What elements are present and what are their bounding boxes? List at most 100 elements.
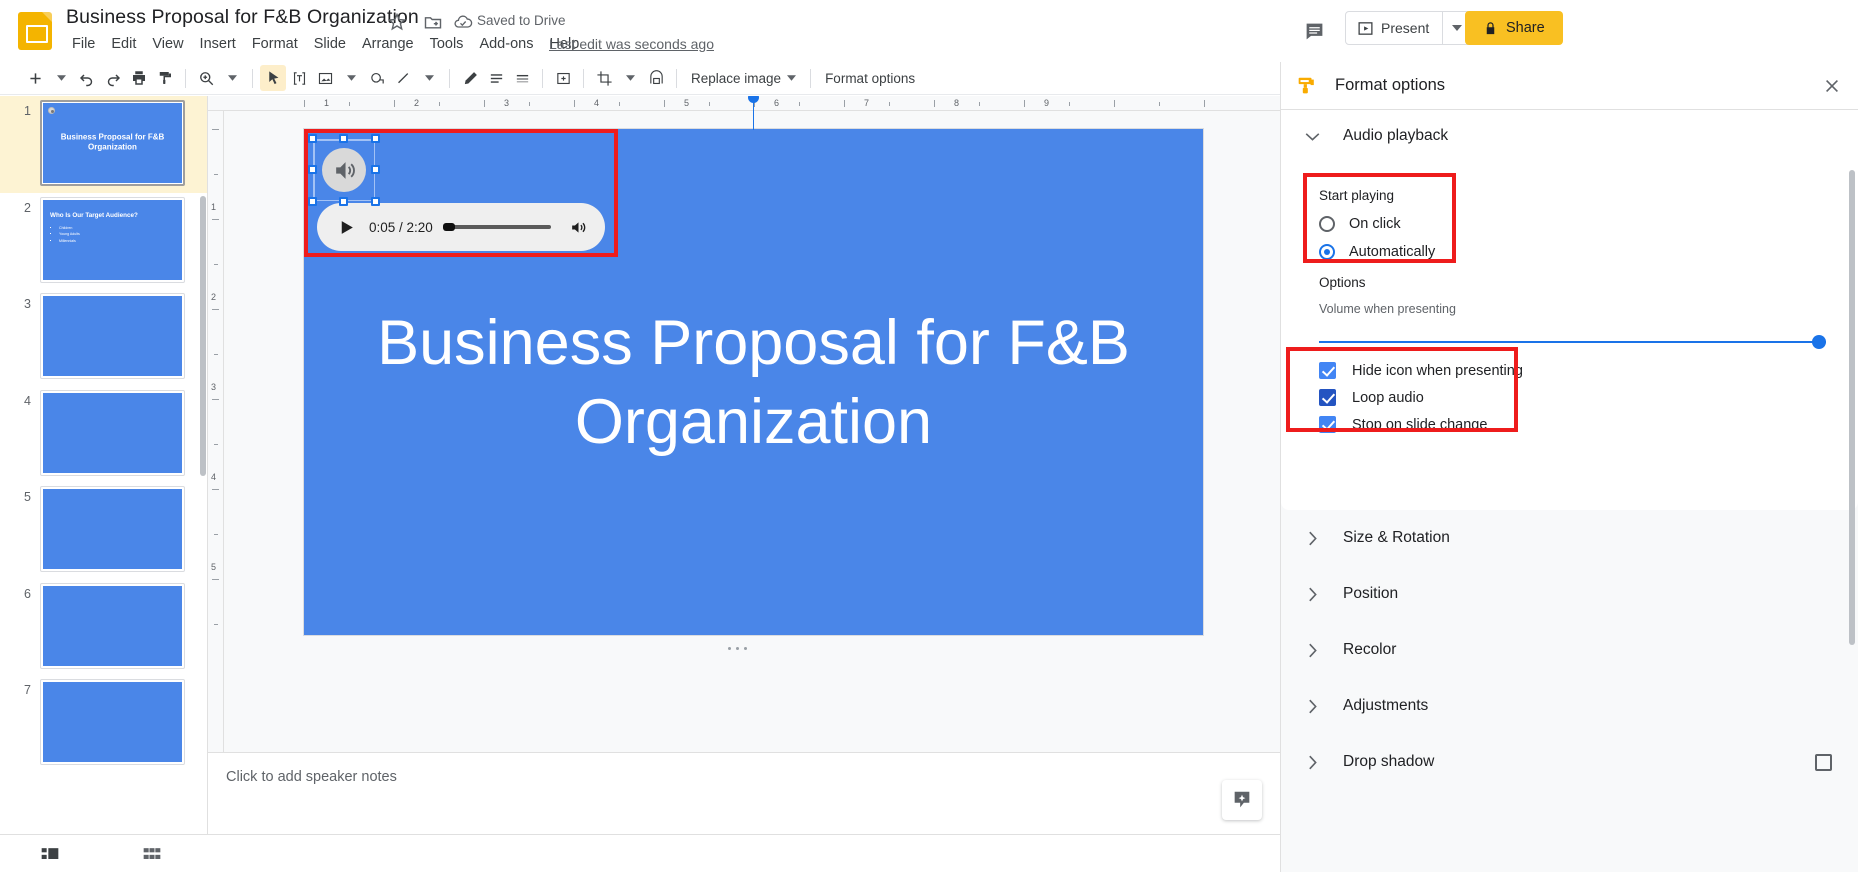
slide-thumbnail[interactable] <box>40 679 185 765</box>
star-icon[interactable] <box>387 12 407 32</box>
comment-history-button[interactable] <box>1297 14 1331 48</box>
mask-image-icon <box>649 69 663 84</box>
pen-button[interactable] <box>457 65 483 91</box>
resize-handle-sw[interactable] <box>308 197 317 206</box>
horizontal-ruler[interactable]: 1 2 3 4 5 6 7 8 9 <box>208 96 1280 111</box>
filmstrip-slide-4[interactable]: 4 <box>0 386 207 483</box>
grid-view-button[interactable] <box>132 835 172 872</box>
speaker-notes-placeholder[interactable]: Click to add speaker notes <box>226 769 1280 785</box>
filmstrip-slide-6[interactable]: 6 <box>0 579 207 676</box>
new-slide-dropdown[interactable] <box>48 65 74 91</box>
volume-slider-knob[interactable] <box>1812 335 1826 349</box>
section-recolor[interactable]: Recolor <box>1281 622 1858 678</box>
audio-volume-button[interactable] <box>563 212 593 242</box>
resize-handle-nw[interactable] <box>308 134 317 143</box>
play-button[interactable] <box>329 210 363 244</box>
slide-thumbnail[interactable] <box>40 293 185 379</box>
insert-image-dropdown[interactable] <box>338 65 364 91</box>
audio-player-control[interactable]: 0:05 / 2:20 <box>317 203 605 251</box>
filmstrip-scrollbar[interactable] <box>200 196 206 476</box>
slide-thumbnail[interactable]: Business Proposal for F&B Organization <box>40 100 185 186</box>
slide-resize-grip[interactable] <box>728 647 747 650</box>
filmstrip-view-button[interactable] <box>30 835 70 872</box>
slide-filmstrip[interactable]: 1 Business Proposal for F&B Organization… <box>0 96 208 834</box>
resize-handle-se[interactable] <box>371 197 380 206</box>
resize-handle-w[interactable] <box>308 165 317 174</box>
present-button[interactable]: Present <box>1346 12 1442 44</box>
crop-dropdown[interactable] <box>617 65 643 91</box>
print-button[interactable] <box>126 65 152 91</box>
filmstrip-slide-1[interactable]: 1 Business Proposal for F&B Organization <box>0 96 207 193</box>
panel-header: Format options <box>1281 62 1858 110</box>
chevron-right-icon <box>1299 693 1325 719</box>
audio-seek-thumb[interactable] <box>442 223 455 231</box>
menu-arrange[interactable]: Arrange <box>354 34 422 54</box>
insert-image-button[interactable] <box>312 65 338 91</box>
menu-slide[interactable]: Slide <box>306 34 354 54</box>
checkbox-stop-on-slide-change[interactable]: Stop on slide change <box>1319 416 1487 433</box>
slide-title-text[interactable]: Business Proposal for F&B Organization <box>364 304 1143 462</box>
menu-file[interactable]: File <box>64 34 103 54</box>
section-size-and-rotation[interactable]: Size & Rotation <box>1281 510 1858 566</box>
section-adjustments[interactable]: Adjustments <box>1281 678 1858 734</box>
thumbnail-bullet: Children <box>59 225 80 232</box>
section-audio-playback[interactable]: Audio playback <box>1281 110 1858 162</box>
document-title[interactable]: Business Proposal for F&B Organization <box>66 6 419 29</box>
filmstrip-slide-3[interactable]: 3 <box>0 289 207 386</box>
slide-thumbnail[interactable] <box>40 389 185 476</box>
checkbox-loop-audio[interactable]: Loop audio <box>1319 389 1424 406</box>
panel-scrollbar[interactable] <box>1849 170 1855 645</box>
slide-number: 2 <box>24 200 31 215</box>
explore-button[interactable] <box>1222 780 1262 820</box>
close-icon[interactable] <box>1820 74 1844 98</box>
undo-button[interactable] <box>74 65 100 91</box>
text-box-button[interactable] <box>286 65 312 91</box>
filmstrip-slide-5[interactable]: 5 <box>0 482 207 579</box>
menu-format[interactable]: Format <box>244 34 306 54</box>
line-button[interactable] <box>390 65 416 91</box>
menu-tools[interactable]: Tools <box>422 34 472 54</box>
insert-textbox-alt-button[interactable] <box>550 65 576 91</box>
align-button[interactable] <box>483 65 509 91</box>
menu-addons[interactable]: Add-ons <box>471 34 541 54</box>
mask-image-button[interactable] <box>643 65 669 91</box>
slide-thumbnail[interactable]: Who Is Our Target Audience? Children You… <box>40 196 185 283</box>
audio-seek-slider[interactable] <box>442 223 551 231</box>
select-tool-button[interactable] <box>260 65 286 91</box>
slide-thumbnail[interactable] <box>40 582 185 669</box>
resize-handle-ne[interactable] <box>371 134 380 143</box>
resize-handle-n[interactable] <box>339 134 348 143</box>
slide-editing-surface[interactable]: Business Proposal for F&B Organization 0… <box>304 96 1203 635</box>
radio-automatically[interactable]: Automatically <box>1319 244 1435 260</box>
shape-button[interactable] <box>364 65 390 91</box>
line-spacing-button[interactable] <box>509 65 535 91</box>
checkbox-hide-icon-when-presenting[interactable]: Hide icon when presenting <box>1319 362 1523 379</box>
paint-format-button[interactable] <box>152 65 178 91</box>
resize-handle-s[interactable] <box>339 197 348 206</box>
share-button[interactable]: Share <box>1465 11 1563 45</box>
section-drop-shadow[interactable]: Drop shadow <box>1281 734 1858 790</box>
replace-image-button[interactable]: Replace image <box>684 65 803 91</box>
speaker-notes-pane[interactable]: Click to add speaker notes <box>208 752 1280 834</box>
redo-button[interactable] <box>100 65 126 91</box>
line-dropdown[interactable] <box>416 65 442 91</box>
crop-button[interactable] <box>591 65 617 91</box>
menu-edit[interactable]: Edit <box>103 34 144 54</box>
move-to-folder-icon[interactable] <box>423 12 443 32</box>
new-slide-button[interactable] <box>22 65 48 91</box>
drop-shadow-checkbox[interactable] <box>1815 754 1832 771</box>
resize-handle-e[interactable] <box>371 165 380 174</box>
slide-thumbnail[interactable] <box>40 486 185 572</box>
last-edit-link[interactable]: Last edit was seconds ago <box>549 36 714 52</box>
filmstrip-slide-7[interactable]: 7 <box>0 675 207 772</box>
menu-insert[interactable]: Insert <box>192 34 244 54</box>
zoom-button[interactable] <box>193 65 219 91</box>
filmstrip-slide-2[interactable]: 2 Who Is Our Target Audience? Children Y… <box>0 193 207 290</box>
vertical-ruler[interactable]: 1 2 3 4 5 <box>208 111 224 834</box>
zoom-dropdown[interactable] <box>219 65 245 91</box>
radio-on-click[interactable]: On click <box>1319 216 1401 232</box>
section-position[interactable]: Position <box>1281 566 1858 622</box>
format-options-button[interactable]: Format options <box>818 65 922 91</box>
menu-view[interactable]: View <box>144 34 191 54</box>
volume-slider[interactable] <box>1319 335 1826 349</box>
